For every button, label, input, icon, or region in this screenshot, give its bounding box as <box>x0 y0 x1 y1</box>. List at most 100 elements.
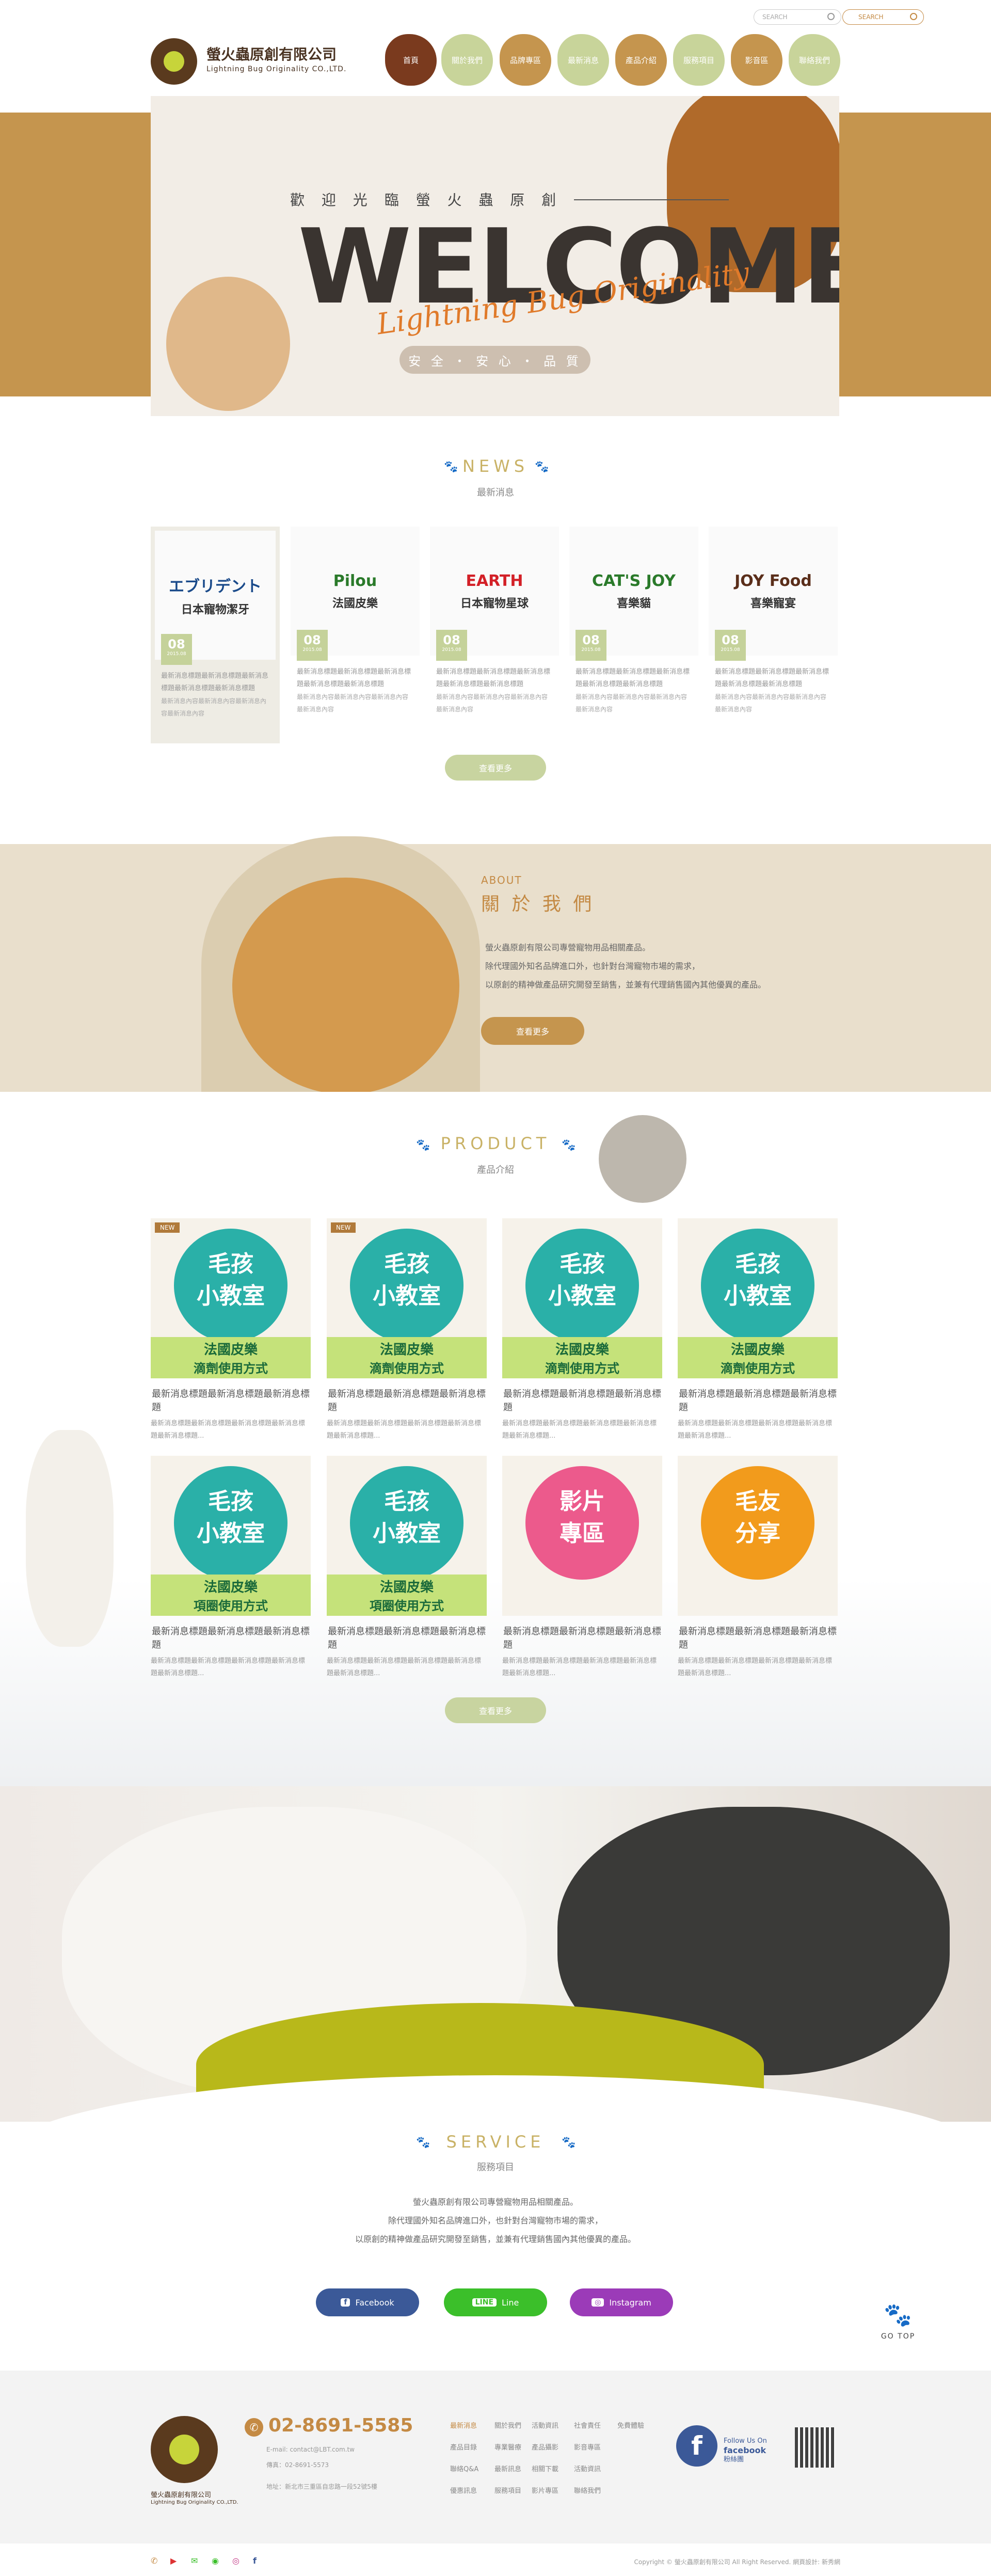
news-card[interactable]: EARTH 日本寵物星球 08 2015.08 最新消息標題最新消息標題最新消息標題最新… <box>430 527 559 743</box>
news-card[interactable]: Pilou 法國皮樂 08 2015.08 最新消息標題最新消息標題最新消息標題最新消息… <box>291 527 420 743</box>
news-image: Pilou 法國皮樂 08 2015.08 <box>291 527 420 661</box>
product-card[interactable]: 毛孩 小教室 法國皮樂 滴劑使用方式 最新消息標題最新消息標題最新消息標題 最新消息標題最… <box>678 1218 838 1440</box>
paw-icon[interactable]: 🐾 <box>884 2301 912 2328</box>
product-card[interactable]: 毛友 分享 最新消息標題最新消息標題最新消息標題 最新消息標題最新消息標題最新消息標題… <box>678 1456 838 1678</box>
footer-link[interactable]: 優惠訊息 <box>450 2485 477 2495</box>
footer-link[interactable]: 最新訊息 <box>494 2463 521 2473</box>
nav-item[interactable]: 產品介紹 <box>615 34 667 86</box>
product-title: 最新消息標題最新消息標題最新消息標題 <box>503 1626 661 1650</box>
search-icon[interactable] <box>910 13 917 20</box>
nav-item[interactable]: 聯絡我們 <box>789 34 840 86</box>
search-icon[interactable] <box>827 13 835 20</box>
footer-link[interactable]: 服務項目 <box>494 2485 521 2495</box>
logo-icon[interactable] <box>151 38 197 85</box>
nav-item[interactable]: 關於我們 <box>441 34 493 86</box>
about-more-button[interactable]: 查看更多 <box>481 1017 584 1045</box>
product-title: 最新消息標題最新消息標題最新消息標題 <box>328 1626 486 1650</box>
instagram-icon[interactable]: ◎ <box>232 2556 239 2566</box>
news-day: 08 <box>303 633 321 647</box>
product-circle-text: 毛孩 <box>208 1488 253 1515</box>
news-title: 最新消息標題最新消息標題最新消息標題最新消息標題最新消息標題 <box>161 672 269 692</box>
product-card[interactable]: 毛孩 小教室 法國皮樂 項圈使用方式 最新消息標題最新消息標題最新消息標題 最新消息標題最… <box>327 1456 487 1678</box>
nav-item[interactable]: 首頁 <box>385 34 437 86</box>
news-card[interactable]: エブリデント 日本寵物潔牙 08 2015.08 最新消息標題最新消息標題最新消息標題最… <box>151 527 280 743</box>
phone-icon[interactable]: ✆ <box>151 2556 157 2566</box>
nav-item[interactable]: 服務項目 <box>673 34 725 86</box>
search-input[interactable]: SEARCH <box>754 9 841 25</box>
footer-logo-icon[interactable] <box>151 2416 218 2483</box>
about-line: 螢火蟲原創有限公司專營寵物用品相關產品。 <box>485 943 651 952</box>
product-desc: 最新消息標題最新消息標題最新消息標題最新消息標題最新消息標題... <box>678 1657 833 1677</box>
product-image: 毛孩 小教室 法國皮樂 滴劑使用方式 <box>502 1218 662 1378</box>
social-label: Instagram <box>609 2297 651 2308</box>
news-ym: 2015.08 <box>302 647 322 653</box>
footer-link[interactable]: 產品攝影 <box>532 2442 558 2452</box>
product-desc: 最新消息標題最新消息標題最新消息標題最新消息標題最新消息標題... <box>327 1657 482 1677</box>
mail-icon[interactable]: ✉ <box>191 2556 198 2566</box>
news-desc: 最新消息內容最新消息內容最新消息內容最新消息內容 <box>715 693 827 713</box>
product-card[interactable]: 毛孩 小教室 法國皮樂 滴劑使用方式 最新消息標題最新消息標題最新消息標題 最新消息標題最… <box>502 1218 662 1440</box>
product-circle: 毛孩 小教室 <box>174 1466 287 1580</box>
news-more-button[interactable]: 查看更多 <box>445 755 546 781</box>
product-banner-sub: 項圈使用方式 <box>370 1599 444 1613</box>
product-card[interactable]: NEW 毛孩 小教室 法國皮樂 滴劑使用方式 最新消息標題最新消息標題最新消息標題 最新消息… <box>327 1218 487 1440</box>
about-line: 除代理國外知名品牌進口外，也針對台灣寵物市場的需求， <box>485 961 700 971</box>
hero-divider <box>574 199 729 200</box>
social-button-facebook[interactable]: f Facebook <box>316 2288 419 2316</box>
news-card[interactable]: JOY Food 喜樂寵宴 08 2015.08 最新消息標題最新消息標題最新消息標題最… <box>709 527 838 743</box>
go-top-button[interactable]: GO TOP <box>877 2332 919 2341</box>
footer-link[interactable]: 關於我們 <box>494 2420 521 2430</box>
footer-link[interactable]: 影音專區 <box>574 2442 601 2452</box>
footer-link[interactable]: 聯絡我們 <box>574 2485 601 2495</box>
footer-link[interactable]: 最新消息 <box>450 2420 477 2430</box>
news-date: 08 2015.08 <box>715 630 746 661</box>
social-button-line[interactable]: LINE Line <box>444 2288 547 2316</box>
bottom-bar <box>0 2543 991 2576</box>
news-ym: 2015.08 <box>167 651 186 657</box>
product-desc: 最新消息標題最新消息標題最新消息標題最新消息標題最新消息標題... <box>678 1420 833 1440</box>
footer-link[interactable]: 相關下載 <box>532 2463 558 2473</box>
footer-link[interactable]: 免費體驗 <box>617 2420 644 2430</box>
paw-icon: 🐾 <box>444 460 458 473</box>
footer-link[interactable]: 產品目錄 <box>450 2442 477 2452</box>
social-button-instagram[interactable]: ◎ Instagram <box>570 2288 673 2316</box>
news-card[interactable]: CAT'S JOY 喜樂貓 08 2015.08 最新消息標題最新消息標題最新消息標題最… <box>569 527 698 743</box>
facebook-icon[interactable]: f <box>676 2425 717 2467</box>
footer-link[interactable]: 專業醫療 <box>494 2442 521 2452</box>
hero-subtitle: 歡 迎 光 臨 螢 火 蟲 原 創 <box>290 192 563 209</box>
product-banner-sub: 滴劑使用方式 <box>194 1361 268 1376</box>
product-banner-title: 法國皮樂 <box>379 1342 434 1358</box>
line-icon[interactable]: ◉ <box>212 2556 219 2566</box>
footer-link[interactable]: 活動資訊 <box>532 2420 558 2430</box>
product-banner-title: 法國皮樂 <box>203 1342 258 1358</box>
service-title: SERVICE <box>446 2132 545 2152</box>
product-banner: 法國皮樂滴劑使用方式 <box>151 1337 311 1378</box>
facebook-icon[interactable]: f <box>253 2556 257 2566</box>
product-card[interactable]: 毛孩 小教室 法國皮樂 項圈使用方式 最新消息標題最新消息標題最新消息標題 最新消息標題最… <box>151 1456 311 1678</box>
service-text: 螢火蟲原創有限公司專營寵物用品相關產品。 除代理國外知名品牌進口外，也針對台灣寵… <box>237 2193 754 2249</box>
nav-item[interactable]: 品牌專區 <box>500 34 551 86</box>
footer-link[interactable]: 社會責任 <box>574 2420 601 2430</box>
nav-item[interactable]: 影音區 <box>731 34 782 86</box>
youtube-icon[interactable]: ▶ <box>170 2556 177 2566</box>
facebook-follow[interactable]: Follow Us On facebook 粉絲團 <box>724 2437 767 2464</box>
product-circle-text: 小教室 <box>724 1283 792 1309</box>
product-circle-text: 影片 <box>560 1488 605 1515</box>
product-title: 最新消息標題最新消息標題最新消息標題 <box>328 1389 486 1413</box>
footer-phone: ✆ 02-8691-5585 <box>245 2415 413 2437</box>
product-circle: 毛孩 小教室 <box>350 1466 463 1580</box>
product-banner-sub: 滴劑使用方式 <box>545 1361 619 1376</box>
product-card[interactable]: 影片 專區 最新消息標題最新消息標題最新消息標題 最新消息標題最新消息標題最新消息標題… <box>502 1456 662 1678</box>
news-subtitle: 最新消息 <box>477 487 514 498</box>
company-en-name: Lightning Bug Originality CO.,LTD. <box>206 65 347 73</box>
footer-link[interactable]: 影片專區 <box>532 2485 558 2495</box>
search-input-secondary[interactable]: SEARCH <box>842 9 924 25</box>
product-more-button[interactable]: 查看更多 <box>445 1697 546 1723</box>
footer-email[interactable]: E-mail: contact@LBT.com.tw <box>266 2446 355 2453</box>
product-card[interactable]: NEW 毛孩 小教室 法國皮樂 滴劑使用方式 最新消息標題最新消息標題最新消息標題 最新消息… <box>151 1218 311 1440</box>
product-circle: 毛孩 小教室 <box>701 1229 814 1342</box>
nav-item[interactable]: 最新消息 <box>557 34 609 86</box>
footer-link[interactable]: 聯絡Q&A <box>450 2463 478 2473</box>
footer-link[interactable]: 活動資訊 <box>574 2463 601 2473</box>
fb-text: Follow Us On <box>724 2437 767 2445</box>
